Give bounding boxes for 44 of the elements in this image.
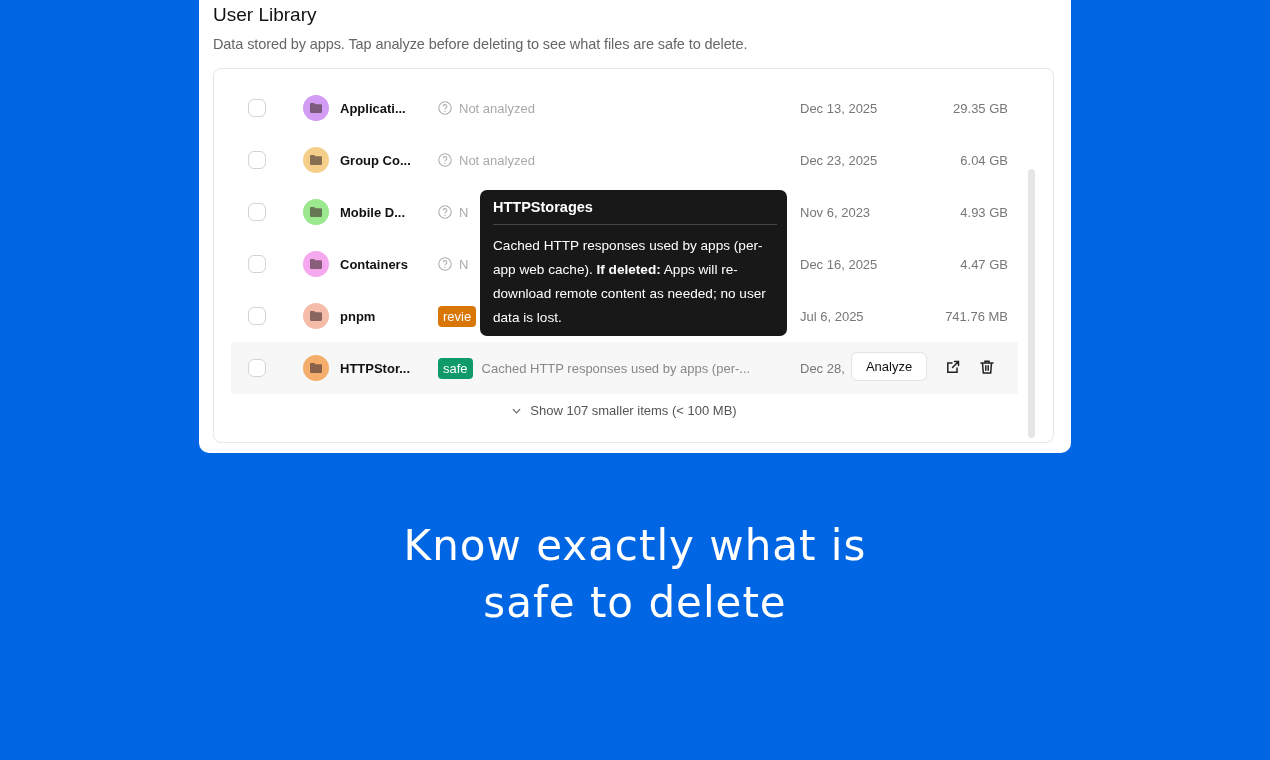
status-text: Not analyzed: [459, 152, 535, 168]
size-text: 741.76 MB: [944, 308, 1008, 324]
checkbox[interactable]: [248, 99, 266, 117]
status-badge: safe: [438, 357, 473, 379]
date-text: Dec 23, 2025: [800, 152, 878, 168]
checkbox[interactable]: [248, 307, 266, 325]
item-description: Cached HTTP responses used by apps (per-...: [481, 360, 751, 376]
tooltip-title: HTTPStorages: [493, 199, 777, 225]
question-icon: [438, 101, 452, 115]
headline-text: Know exactly what is: [402, 520, 868, 572]
panel-title: User Library: [213, 3, 318, 27]
highlighted-row[interactable]: HTTPStor... safe Cached HTTP responses used by apps (per-... Dec 28, Analyze: [231, 342, 1018, 394]
item-name: Containers: [340, 256, 409, 272]
status-text: Not analyzed: [459, 100, 535, 116]
date-text: Dec 28,: [800, 360, 845, 376]
question-icon: [438, 205, 452, 219]
checkbox[interactable]: [248, 151, 266, 169]
item-name: HTTPStor...: [340, 360, 412, 376]
date-text: Dec 16, 2025: [800, 256, 878, 272]
scrollbar[interactable]: [1028, 169, 1035, 438]
size-text: 4.93 GB: [959, 204, 1008, 220]
size-text: 6.04 GB: [959, 152, 1008, 168]
checkbox[interactable]: [248, 203, 266, 221]
tooltip-text: Cached HTTP responses used by apps (per-app web cache). If deleted: Apps will re-download remote content as needed; no user data is lost.: [493, 237, 767, 327]
status-text: N: [459, 204, 469, 220]
date-text: Dec 13, 2025: [800, 100, 878, 116]
status-text: N: [459, 256, 469, 272]
date-text: Jul 6, 2025: [800, 308, 864, 324]
size-text: 29.35 GB: [952, 100, 1008, 116]
checkbox[interactable]: [248, 255, 266, 273]
item-name: pnpm: [340, 308, 377, 324]
question-icon: [438, 153, 452, 167]
checkbox[interactable]: [248, 359, 266, 377]
item-name: Applicati...: [340, 100, 407, 116]
panel-subtitle: Data stored by apps. Tap analyze before deleting to see what files are safe to delete.: [213, 35, 749, 53]
item-name: Mobile D...: [340, 204, 406, 220]
analyze-button[interactable]: Analyze: [851, 352, 927, 381]
date-text: Nov 6, 2023: [800, 204, 871, 220]
size-text: 4.47 GB: [959, 256, 1008, 272]
chevron-down-icon: [512, 407, 522, 414]
question-icon: [438, 257, 452, 271]
headline-text: safe to delete: [482, 577, 788, 629]
item-name: Group Co...: [340, 152, 412, 168]
status-badge: revie: [438, 305, 477, 327]
